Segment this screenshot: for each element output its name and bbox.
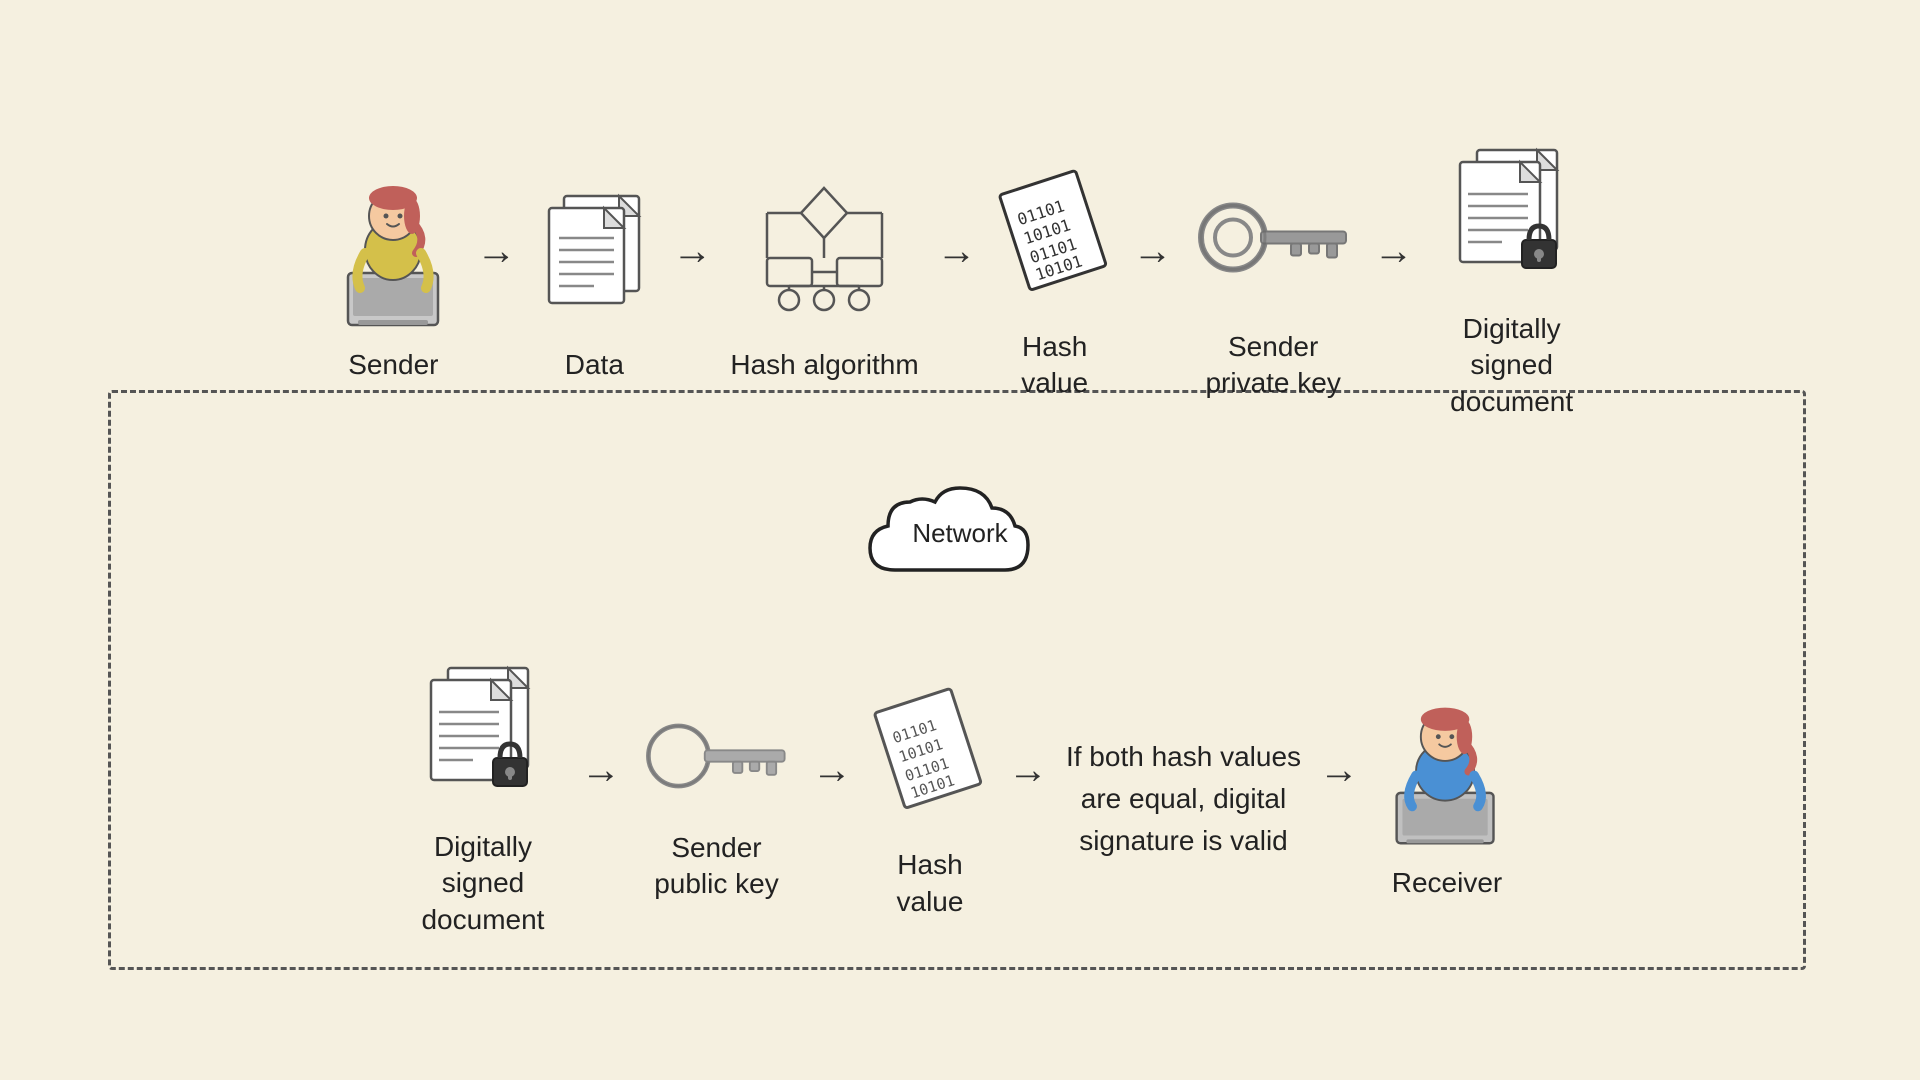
- sender-node: Sender: [328, 178, 458, 383]
- hash-algorithm-label: Hash algorithm: [730, 347, 918, 383]
- hash-value-top-label: Hashvalue: [1021, 329, 1088, 402]
- sender-public-key-label: Senderpublic key: [654, 830, 779, 903]
- digitally-signed-bottom-node: Digitallysigneddocument: [403, 660, 563, 938]
- sender-private-key-label: Senderprivate key: [1205, 329, 1340, 402]
- arrow-9: →: [1319, 746, 1359, 793]
- receiver-icon: [1377, 696, 1517, 851]
- validation-label: If both hash valuesare equal, digitalsig…: [1066, 736, 1301, 862]
- hash-value-bottom-icon: 01101 10101 01101 10101: [870, 678, 990, 833]
- sender-public-key-icon: [639, 696, 794, 816]
- hash-algorithm-icon: [752, 178, 897, 333]
- digitally-signed-bottom-label: Digitallysigneddocument: [421, 829, 544, 938]
- cloud-container: Network: [820, 480, 1100, 600]
- diagram: Sender →: [0, 0, 1920, 1080]
- arrow-7: →: [812, 746, 852, 793]
- receiver-label: Receiver: [1392, 865, 1502, 901]
- arrow-3: →: [937, 227, 977, 274]
- validation-node: If both hash valuesare equal, digitalsig…: [1066, 736, 1301, 862]
- data-node: Data: [534, 178, 654, 383]
- data-label: Data: [565, 347, 624, 383]
- digitally-signed-top-icon: [1432, 142, 1592, 297]
- arrow-2: →: [672, 227, 712, 274]
- digitally-signed-top-label: Digitallysigneddocument: [1450, 311, 1573, 420]
- arrow-6: →: [581, 746, 621, 793]
- svg-text:Network: Network: [912, 518, 1008, 548]
- hash-algorithm-node: Hash algorithm: [730, 178, 918, 383]
- arrow-1: →: [476, 227, 516, 274]
- receiver-node: Receiver: [1377, 696, 1517, 901]
- sender-label: Sender: [348, 347, 438, 383]
- hash-value-top-icon: 01101 10101 01101 10101: [995, 160, 1115, 315]
- digitally-signed-top-node: Digitallysigneddocument: [1432, 142, 1592, 420]
- hash-value-top-node: 01101 10101 01101 10101 Hashvalue: [995, 160, 1115, 402]
- arrow-4: →: [1133, 227, 1173, 274]
- hash-value-bottom-label: Hashvalue: [897, 847, 964, 920]
- hash-value-bottom-node: 01101 10101 01101 10101 Hashvalue: [870, 678, 990, 920]
- bottom-row: Digitallysigneddocument → Senderpublic k…: [403, 660, 1517, 938]
- digitally-signed-bottom-icon: [403, 660, 563, 815]
- sender-public-key-node: Senderpublic key: [639, 696, 794, 903]
- arrow-8: →: [1008, 746, 1048, 793]
- sender-private-key-node: Senderprivate key: [1191, 160, 1356, 402]
- sender-private-key-icon: [1191, 160, 1356, 315]
- sender-icon: [328, 178, 458, 333]
- data-icon: [534, 178, 654, 333]
- top-row: Sender →: [328, 142, 1591, 420]
- arrow-5: →: [1374, 227, 1414, 274]
